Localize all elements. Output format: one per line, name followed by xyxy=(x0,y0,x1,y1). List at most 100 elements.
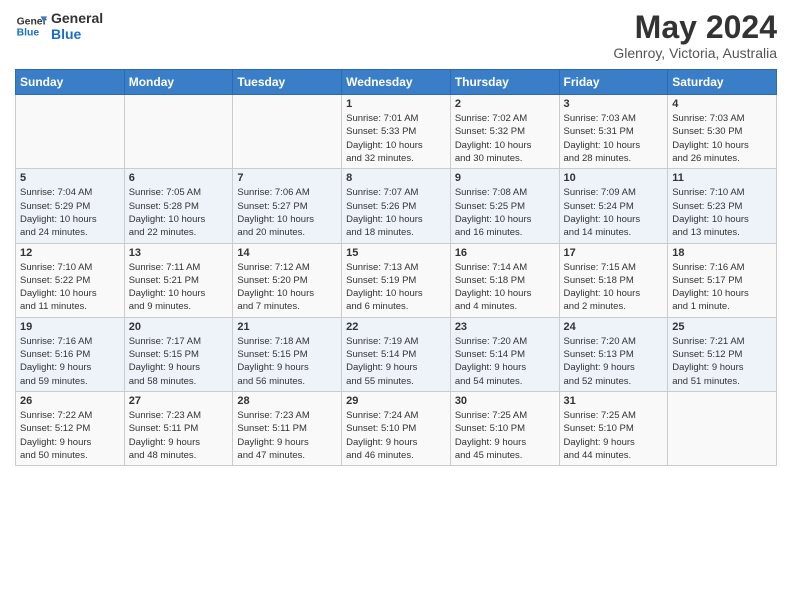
day-info: Sunrise: 7:04 AM Sunset: 5:29 PM Dayligh… xyxy=(20,186,120,239)
day-info: Sunrise: 7:25 AM Sunset: 5:10 PM Dayligh… xyxy=(455,409,555,462)
calendar-cell: 12 Sunrise: 7:10 AM Sunset: 5:22 PM Dayli… xyxy=(16,243,125,317)
day-number: 22 xyxy=(346,321,446,333)
day-number: 18 xyxy=(672,247,772,259)
calendar-week-3: 12 Sunrise: 7:10 AM Sunset: 5:22 PM Dayli… xyxy=(16,243,777,317)
day-info: Sunrise: 7:17 AM Sunset: 5:15 PM Dayligh… xyxy=(129,335,229,388)
day-number: 14 xyxy=(237,247,337,259)
day-number: 10 xyxy=(564,172,664,184)
day-info: Sunrise: 7:12 AM Sunset: 5:20 PM Dayligh… xyxy=(237,261,337,314)
calendar-cell: 11Sunrise: 7:10 AM Sunset: 5:23 PM Dayli… xyxy=(668,169,777,243)
weekday-header-monday: Monday xyxy=(124,70,233,95)
calendar-cell: 9Sunrise: 7:08 AM Sunset: 5:25 PM Daylig… xyxy=(450,169,559,243)
calendar-cell: 29 Sunrise: 7:24 AM Sunset: 5:10 PM Dayli… xyxy=(342,391,451,465)
calendar-cell: 5 Sunrise: 7:04 AM Sunset: 5:29 PM Daylig… xyxy=(16,169,125,243)
calendar-cell: 20 Sunrise: 7:17 AM Sunset: 5:15 PM Dayli… xyxy=(124,317,233,391)
calendar-cell: 6 Sunrise: 7:05 AM Sunset: 5:28 PM Daylig… xyxy=(124,169,233,243)
calendar-cell: 14 Sunrise: 7:12 AM Sunset: 5:20 PM Dayli… xyxy=(233,243,342,317)
day-number: 28 xyxy=(237,395,337,407)
weekday-header-friday: Friday xyxy=(559,70,668,95)
weekday-header-thursday: Thursday xyxy=(450,70,559,95)
calendar-cell: 19 Sunrise: 7:16 AM Sunset: 5:16 PM Dayli… xyxy=(16,317,125,391)
calendar-cell: 16Sunrise: 7:14 AM Sunset: 5:18 PM Dayli… xyxy=(450,243,559,317)
day-info: Sunrise: 7:16 AM Sunset: 5:16 PM Dayligh… xyxy=(20,335,120,388)
day-info: Sunrise: 7:10 AM Sunset: 5:23 PM Dayligh… xyxy=(672,186,772,239)
day-info: Sunrise: 7:14 AM Sunset: 5:18 PM Dayligh… xyxy=(455,261,555,314)
day-info: Sunrise: 7:07 AM Sunset: 5:26 PM Dayligh… xyxy=(346,186,446,239)
day-info: Sunrise: 7:06 AM Sunset: 5:27 PM Dayligh… xyxy=(237,186,337,239)
calendar-cell: 30Sunrise: 7:25 AM Sunset: 5:10 PM Dayli… xyxy=(450,391,559,465)
weekday-header-saturday: Saturday xyxy=(668,70,777,95)
calendar-cell xyxy=(668,391,777,465)
day-number: 15 xyxy=(346,247,446,259)
day-number: 5 xyxy=(20,172,120,184)
svg-text:Blue: Blue xyxy=(17,28,40,39)
day-info: Sunrise: 7:05 AM Sunset: 5:28 PM Dayligh… xyxy=(129,186,229,239)
day-info: Sunrise: 7:23 AM Sunset: 5:11 PM Dayligh… xyxy=(129,409,229,462)
calendar-cell: 25 Sunrise: 7:21 AM Sunset: 5:12 PM Dayli… xyxy=(668,317,777,391)
calendar-cell: 2 Sunrise: 7:02 AM Sunset: 5:32 PM Daylig… xyxy=(450,95,559,169)
day-info: Sunrise: 7:21 AM Sunset: 5:12 PM Dayligh… xyxy=(672,335,772,388)
day-info: Sunrise: 7:03 AM Sunset: 5:30 PM Dayligh… xyxy=(672,112,772,165)
day-number: 8 xyxy=(346,172,446,184)
day-info: Sunrise: 7:09 AM Sunset: 5:24 PM Dayligh… xyxy=(564,186,664,239)
month-year: May 2024 xyxy=(613,10,777,45)
day-info: Sunrise: 7:02 AM Sunset: 5:32 PM Dayligh… xyxy=(455,112,555,165)
calendar-cell: 18 Sunrise: 7:16 AM Sunset: 5:17 PM Dayli… xyxy=(668,243,777,317)
logo: General Blue GeneralBlue xyxy=(15,10,103,42)
day-number: 23 xyxy=(455,321,555,333)
day-number: 7 xyxy=(237,172,337,184)
day-info: Sunrise: 7:20 AM Sunset: 5:14 PM Dayligh… xyxy=(455,335,555,388)
day-info: Sunrise: 7:18 AM Sunset: 5:15 PM Dayligh… xyxy=(237,335,337,388)
day-info: Sunrise: 7:23 AM Sunset: 5:11 PM Dayligh… xyxy=(237,409,337,462)
day-number: 29 xyxy=(346,395,446,407)
logo-icon: General Blue xyxy=(15,10,47,42)
calendar-week-1: 1Sunrise: 7:01 AM Sunset: 5:33 PM Daylig… xyxy=(16,95,777,169)
day-number: 25 xyxy=(672,321,772,333)
calendar-week-2: 5 Sunrise: 7:04 AM Sunset: 5:29 PM Daylig… xyxy=(16,169,777,243)
weekday-header-wednesday: Wednesday xyxy=(342,70,451,95)
calendar-cell: 21 Sunrise: 7:18 AM Sunset: 5:15 PM Dayli… xyxy=(233,317,342,391)
day-info: Sunrise: 7:19 AM Sunset: 5:14 PM Dayligh… xyxy=(346,335,446,388)
day-info: Sunrise: 7:10 AM Sunset: 5:22 PM Dayligh… xyxy=(20,261,120,314)
day-info: Sunrise: 7:15 AM Sunset: 5:18 PM Dayligh… xyxy=(564,261,664,314)
calendar-cell xyxy=(16,95,125,169)
calendar-cell: 4Sunrise: 7:03 AM Sunset: 5:30 PM Daylig… xyxy=(668,95,777,169)
calendar-cell: 17 Sunrise: 7:15 AM Sunset: 5:18 PM Dayli… xyxy=(559,243,668,317)
day-info: Sunrise: 7:24 AM Sunset: 5:10 PM Dayligh… xyxy=(346,409,446,462)
day-number: 26 xyxy=(20,395,120,407)
day-info: Sunrise: 7:25 AM Sunset: 5:10 PM Dayligh… xyxy=(564,409,664,462)
day-info: Sunrise: 7:20 AM Sunset: 5:13 PM Dayligh… xyxy=(564,335,664,388)
calendar-cell: 31Sunrise: 7:25 AM Sunset: 5:10 PM Dayli… xyxy=(559,391,668,465)
day-number: 19 xyxy=(20,321,120,333)
calendar: SundayMondayTuesdayWednesdayThursdayFrid… xyxy=(15,69,777,466)
calendar-cell: 1Sunrise: 7:01 AM Sunset: 5:33 PM Daylig… xyxy=(342,95,451,169)
page: General Blue GeneralBlue May 2024 Glenro… xyxy=(0,0,792,612)
calendar-week-4: 19 Sunrise: 7:16 AM Sunset: 5:16 PM Dayli… xyxy=(16,317,777,391)
location: Glenroy, Victoria, Australia xyxy=(613,45,777,61)
calendar-cell: 26Sunrise: 7:22 AM Sunset: 5:12 PM Dayli… xyxy=(16,391,125,465)
day-number: 9 xyxy=(455,172,555,184)
day-number: 6 xyxy=(129,172,229,184)
calendar-cell: 7 Sunrise: 7:06 AM Sunset: 5:27 PM Daylig… xyxy=(233,169,342,243)
day-info: Sunrise: 7:13 AM Sunset: 5:19 PM Dayligh… xyxy=(346,261,446,314)
title-block: May 2024 Glenroy, Victoria, Australia xyxy=(613,10,777,61)
calendar-cell: 10 Sunrise: 7:09 AM Sunset: 5:24 PM Dayli… xyxy=(559,169,668,243)
day-number: 21 xyxy=(237,321,337,333)
day-info: Sunrise: 7:01 AM Sunset: 5:33 PM Dayligh… xyxy=(346,112,446,165)
calendar-cell: 13Sunrise: 7:11 AM Sunset: 5:21 PM Dayli… xyxy=(124,243,233,317)
day-info: Sunrise: 7:03 AM Sunset: 5:31 PM Dayligh… xyxy=(564,112,664,165)
calendar-cell xyxy=(233,95,342,169)
day-info: Sunrise: 7:16 AM Sunset: 5:17 PM Dayligh… xyxy=(672,261,772,314)
day-number: 2 xyxy=(455,98,555,110)
day-number: 20 xyxy=(129,321,229,333)
logo-text: GeneralBlue xyxy=(51,10,103,42)
day-number: 27 xyxy=(129,395,229,407)
header: General Blue GeneralBlue May 2024 Glenro… xyxy=(15,10,777,61)
day-number: 17 xyxy=(564,247,664,259)
calendar-cell: 8 Sunrise: 7:07 AM Sunset: 5:26 PM Daylig… xyxy=(342,169,451,243)
weekday-header-tuesday: Tuesday xyxy=(233,70,342,95)
calendar-cell: 24Sunrise: 7:20 AM Sunset: 5:13 PM Dayli… xyxy=(559,317,668,391)
day-number: 12 xyxy=(20,247,120,259)
calendar-cell: 3Sunrise: 7:03 AM Sunset: 5:31 PM Daylig… xyxy=(559,95,668,169)
day-number: 13 xyxy=(129,247,229,259)
